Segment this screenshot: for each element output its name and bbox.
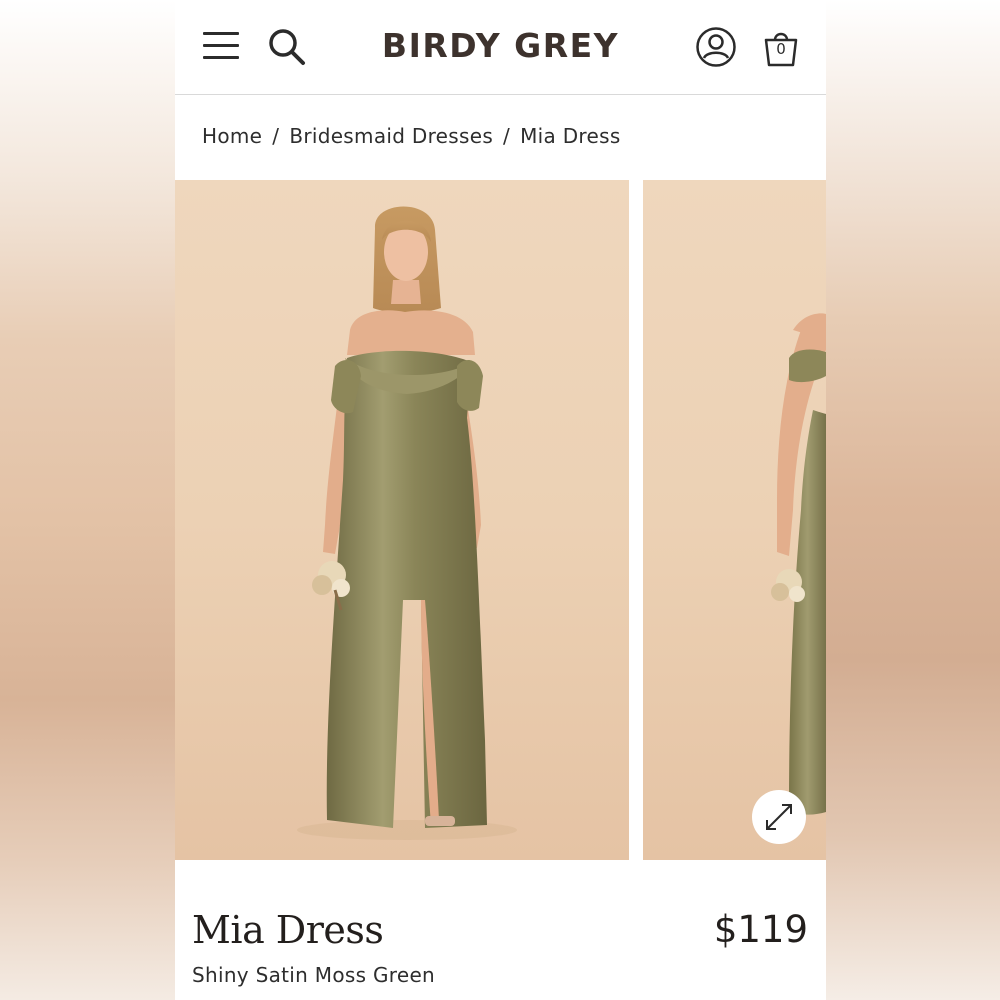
account-icon[interactable] [695, 26, 737, 68]
product-photo-front[interactable] [175, 180, 629, 860]
breadcrumb-current-page: Mia Dress [520, 124, 621, 148]
blurred-background-left [0, 0, 175, 1000]
site-header: BIRDY GREY 0 [175, 0, 826, 95]
breadcrumb-home[interactable]: Home [202, 124, 262, 148]
product-price: $119 [713, 908, 808, 951]
breadcrumb-separator: / [503, 124, 511, 148]
product-title: Mia Dress [192, 908, 384, 952]
breadcrumb-bridesmaid-dresses[interactable]: Bridesmaid Dresses [289, 124, 493, 148]
blurred-background-right [826, 0, 1000, 1000]
product-variant: Shiny Satin Moss Green [192, 963, 436, 987]
shopping-bag-icon[interactable]: 0 [762, 28, 800, 68]
expand-icon[interactable] [752, 790, 806, 844]
model-front-photo [297, 206, 517, 840]
cart-count-badge: 0 [776, 40, 786, 58]
model-side-photo [771, 313, 826, 815]
breadcrumb: Home / Bridesmaid Dresses / Mia Dress [202, 124, 621, 148]
product-image-gallery[interactable] [175, 180, 826, 860]
product-photo-side[interactable] [643, 180, 826, 860]
breadcrumb-separator: / [272, 124, 280, 148]
phone-screen: BIRDY GREY 0 Home / Bridesmaid Dresses / Mia… [175, 0, 826, 1000]
